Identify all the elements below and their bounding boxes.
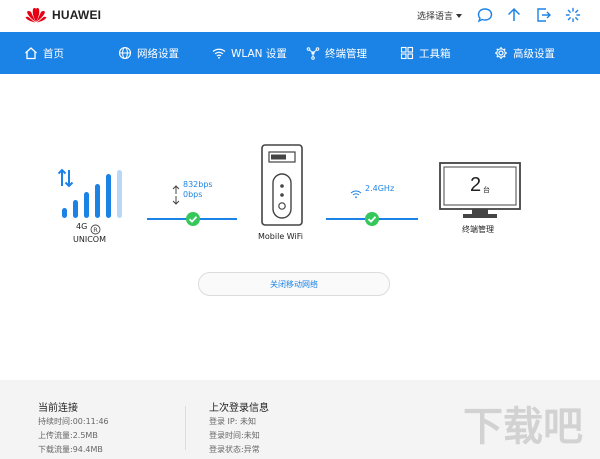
- logout-icon[interactable]: [535, 6, 553, 24]
- top-bar: HUAWEI 选择语言: [0, 0, 600, 32]
- huawei-flower-icon: [25, 7, 47, 23]
- wan-connected-check-icon: [186, 212, 200, 226]
- download-traffic: 下载流量:94.4MB: [38, 445, 103, 454]
- nav-advanced-settings[interactable]: 高级设置: [494, 32, 555, 74]
- language-label: 选择语言: [417, 12, 454, 22]
- toolbox-icon: [400, 46, 414, 60]
- devices-unit: 台: [483, 186, 490, 194]
- carrier-name: UNICOM: [73, 235, 106, 244]
- loading-icon[interactable]: [564, 6, 582, 24]
- watermark-logo: 下载吧: [458, 394, 588, 454]
- device-name: Mobile WiFi: [258, 232, 303, 241]
- nav-home-label: 首页: [43, 47, 64, 60]
- last-login-ip: 登录 IP: 未知: [209, 417, 256, 426]
- nav-terminal-management[interactable]: 终端管理: [306, 32, 367, 74]
- home-icon: [25, 47, 37, 60]
- mobile-wifi-device-icon: [261, 144, 303, 230]
- wifi-band-icon: [350, 184, 362, 203]
- globe-icon: [118, 46, 132, 60]
- nav-toolbox-label: 工具箱: [419, 47, 451, 60]
- nav-toolbox[interactable]: 工具箱: [400, 32, 451, 74]
- current-connection-title: 当前连接: [38, 403, 78, 414]
- footer-divider: [185, 406, 186, 450]
- signal-strength-icon: [57, 168, 128, 228]
- watermark-text: 下载吧: [463, 404, 583, 450]
- svg-text:R: R: [93, 226, 98, 234]
- nav-network-settings-label: 网络设置: [137, 47, 179, 60]
- main-nav: 首页 网络设置 WLAN 设置 终端管理 工具箱 高级设置: [0, 32, 600, 74]
- nav-advanced-settings-label: 高级设置: [513, 47, 555, 60]
- connected-devices-count: 2: [470, 174, 482, 196]
- wifi-band: 2.4GHz: [365, 184, 395, 193]
- status-diagram: 4G R UNICOM 832bps 0bps Mobile WiFi 2.4G…: [0, 74, 600, 380]
- brand-name: HUAWEI: [52, 7, 102, 22]
- wifi-icon: [212, 48, 226, 59]
- last-login-time: 登录时间:未知: [209, 431, 260, 440]
- update-icon[interactable]: [505, 6, 523, 24]
- gear-icon: [495, 47, 507, 59]
- nav-network-settings[interactable]: 网络设置: [118, 32, 179, 74]
- wlan-connected-check-icon: [365, 212, 379, 226]
- upload-traffic: 上传流量:2.5MB: [38, 431, 98, 440]
- network-type: 4G: [76, 222, 88, 231]
- nav-wlan-settings[interactable]: WLAN 设置: [212, 32, 287, 74]
- last-login-title: 上次登录信息: [209, 403, 269, 414]
- terminal-management-label[interactable]: 终端管理: [462, 224, 494, 235]
- footer-info: 当前连接 持续时间:00:11:46 上传流量:2.5MB 下载流量:94.4M…: [0, 380, 600, 459]
- upload-speed: 832bps: [183, 180, 213, 189]
- nav-wlan-settings-label: WLAN 设置: [231, 47, 287, 60]
- devices-icon: [306, 47, 320, 60]
- huawei-logo: HUAWEI: [25, 6, 101, 23]
- close-mobile-network-button[interactable]: 关闭移动网络: [198, 272, 390, 296]
- connection-duration: 持续时间:00:11:46: [38, 417, 109, 426]
- nav-home[interactable]: 首页: [24, 32, 64, 74]
- nav-terminal-management-label: 终端管理: [325, 47, 367, 60]
- message-icon[interactable]: [476, 6, 494, 24]
- download-speed: 0bps: [183, 190, 203, 199]
- download-arrow-icon: [172, 190, 180, 209]
- language-selector[interactable]: 选择语言: [417, 9, 463, 22]
- caret-down-icon: [456, 13, 463, 18]
- last-login-state: 登录状态:异常: [209, 445, 260, 454]
